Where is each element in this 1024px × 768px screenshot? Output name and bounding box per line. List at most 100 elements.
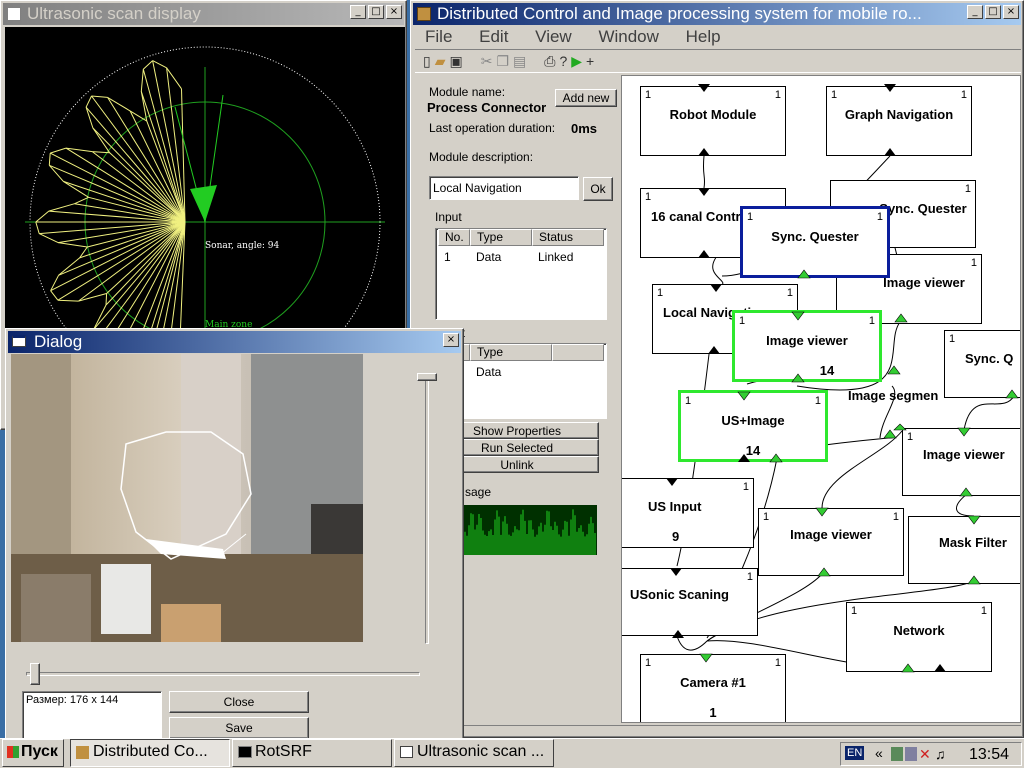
dialog-title: Dialog (34, 332, 83, 351)
dialog-titlebar[interactable]: Dialog (8, 331, 461, 353)
taskbar-item-rotsrf[interactable]: RotSRF (232, 739, 392, 767)
menu-window[interactable]: Window (598, 27, 658, 46)
dialog-save-button[interactable]: Save (169, 717, 309, 739)
size-info-box: Размер: 176 x 144 (22, 691, 162, 741)
port-icon (666, 478, 678, 486)
printer-icon[interactable] (905, 747, 917, 761)
input-label: Input (435, 210, 462, 224)
cut-icon[interactable]: ✂ (481, 53, 493, 69)
input-header-status[interactable]: Status (532, 229, 604, 246)
dialog-close-button[interactable]: Close (169, 691, 309, 713)
input-table[interactable]: No. Type Status 1 Data Linked (435, 228, 607, 320)
status-bar (415, 725, 1021, 737)
save-icon[interactable]: ▣ (450, 53, 463, 69)
sonar-angle-label: Sonar, angle: 94 (205, 241, 280, 251)
camera-image (11, 354, 363, 642)
ultrasonic-titlebar[interactable]: Ultrasonic scan display (3, 3, 404, 25)
size-info-text: Размер: 176 x 144 (26, 694, 119, 706)
app-icon (417, 7, 431, 21)
menu-bar: File Edit View Window Help (425, 27, 743, 49)
module-name-value: Process Connector (427, 100, 547, 115)
close-button[interactable]: × (386, 5, 402, 19)
port-icon (738, 454, 750, 462)
window-icon (7, 7, 21, 21)
system-tray: EN « ✕ ♫ 13:54 (840, 742, 1022, 766)
module-name-label: Module name: (429, 85, 506, 99)
volume-icon[interactable]: ♫ (935, 746, 946, 762)
paste-icon[interactable]: ▤ (513, 53, 526, 69)
ok-button[interactable]: Ok (583, 177, 613, 201)
maximize-button[interactable]: □ (368, 5, 384, 19)
main-window: Distributed Control and Image processing… (410, 0, 1024, 738)
graph-canvas[interactable]: 11 Robot Module 11 Graph Navigation 1 16… (621, 75, 1021, 723)
dialog-window: Dialog × Размер: 176 x 144 Close Save (5, 328, 464, 741)
input-header-no[interactable]: No. (438, 229, 470, 246)
start-label: Пуск (21, 743, 58, 760)
output-row-type[interactable]: Data (476, 365, 501, 379)
run-icon[interactable]: ▶ (571, 53, 582, 69)
input-row-status[interactable]: Linked (538, 250, 573, 264)
window-icon (400, 746, 413, 758)
menu-edit[interactable]: Edit (479, 27, 508, 46)
menu-view[interactable]: View (535, 27, 572, 46)
port-icon (698, 188, 710, 196)
copy-icon[interactable]: ❐ (496, 53, 509, 69)
menu-help[interactable]: Help (686, 27, 721, 46)
port-icon (698, 84, 710, 92)
node-ports (666, 84, 1019, 673)
app-icon (76, 746, 89, 759)
disconnect-icon[interactable]: ✕ (919, 746, 931, 763)
vertical-slider-thumb[interactable] (417, 373, 437, 381)
port-icon (698, 250, 710, 258)
port-icon (708, 346, 720, 354)
maximize-button[interactable]: □ (985, 5, 1001, 19)
taskbar-label: Ultrasonic scan ... (417, 743, 545, 760)
help-icon[interactable]: ? (559, 53, 567, 69)
sonar-canvas: Sonar, angle: 94 Main zone (5, 27, 405, 329)
horizontal-slider-thumb[interactable] (30, 663, 40, 685)
start-button[interactable]: Пуск (2, 739, 64, 767)
description-field[interactable]: Local Navigation (429, 176, 579, 200)
port-icon (934, 664, 946, 672)
main-titlebar[interactable]: Distributed Control and Image processing… (413, 3, 1021, 25)
last-op-label: Last operation duration: (429, 121, 556, 135)
minimize-button[interactable]: _ (967, 5, 983, 19)
add-icon[interactable]: + (586, 53, 594, 69)
vertical-slider-track[interactable] (425, 374, 429, 644)
output-header-type[interactable]: Type (470, 344, 552, 361)
taskbar-item-distributed[interactable]: Distributed Co... (70, 739, 230, 767)
port-icon (884, 148, 896, 156)
add-new-button[interactable]: Add new (555, 89, 617, 107)
taskbar-item-ultrasonic[interactable]: Ultrasonic scan ... (394, 739, 554, 767)
sonar-plot: Sonar, angle: 94 Main zone (25, 46, 385, 329)
usage-graph (463, 505, 597, 555)
input-row-type[interactable]: Data (476, 250, 501, 264)
language-indicator[interactable]: EN (845, 746, 865, 760)
port-icon (670, 568, 682, 576)
description-text: Local Navigation (433, 181, 522, 195)
clock: 13:54 (969, 746, 1010, 763)
taskbar-label: Distributed Co... (93, 743, 208, 760)
output-header-blank[interactable] (552, 344, 604, 361)
menu-file[interactable]: File (425, 27, 452, 46)
port-icon (710, 284, 722, 292)
main-title: Distributed Control and Image processing… (437, 4, 922, 23)
taskbar-label: RotSRF (255, 743, 312, 760)
input-header-type[interactable]: Type (470, 229, 532, 246)
dialog-icon (12, 335, 26, 347)
ultrasonic-title: Ultrasonic scan display (27, 4, 201, 23)
tray-expand-icon[interactable]: « (875, 745, 883, 761)
input-row-no[interactable]: 1 (444, 250, 451, 264)
toolbar: ▯ ▰ ▣ ✂ ❐ ▤ ⎙ ? ▶ + (415, 49, 1021, 73)
close-button[interactable]: × (1003, 5, 1019, 19)
close-button[interactable]: × (443, 333, 459, 347)
console-icon (238, 746, 252, 758)
horizontal-slider-track[interactable] (26, 672, 420, 676)
print-icon[interactable]: ⎙ (544, 53, 555, 69)
port-icon (698, 148, 710, 156)
minimize-button[interactable]: _ (350, 5, 366, 19)
open-folder-icon[interactable]: ▰ (435, 53, 446, 69)
last-op-value: 0ms (571, 121, 598, 136)
new-file-icon[interactable]: ▯ (423, 53, 431, 69)
network-icon[interactable] (891, 747, 903, 761)
